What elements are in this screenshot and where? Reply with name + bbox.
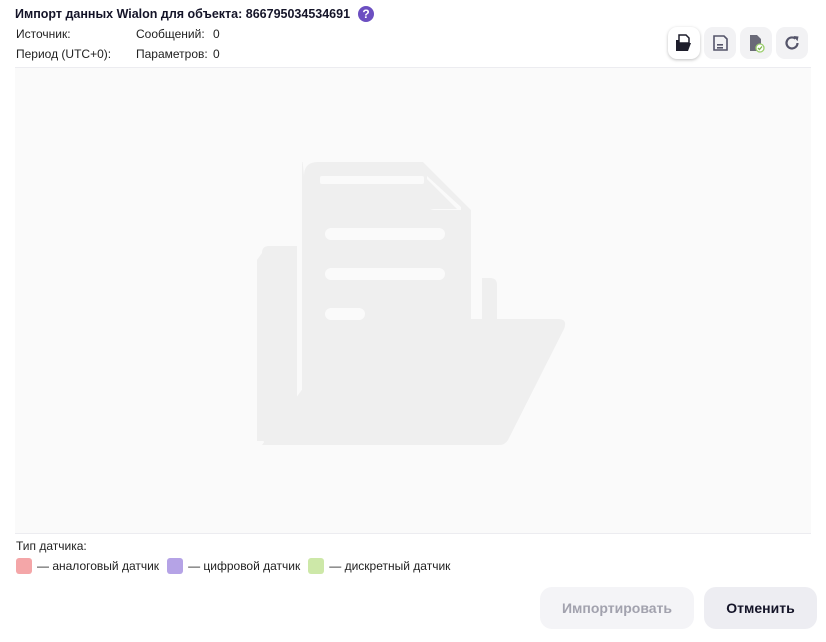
file-folder-illustration-icon [257,156,566,445]
validate-file-button[interactable] [740,27,772,59]
legend-item-label: — аналоговый датчик [37,559,160,573]
open-file-button[interactable] [668,27,700,59]
legend-item-digital: — цифровой датчик [167,558,300,574]
dialog-title: Импорт данных Wialon для объекта: 866795… [15,6,375,22]
dialog-title-text: Импорт данных Wialon для объекта: 866795… [15,7,351,21]
import-button[interactable]: Импортировать [540,587,694,629]
legend-item-discrete: — дискретный датчик [308,558,450,574]
folder-open-icon [676,34,691,51]
cancel-button[interactable]: Отменить [704,587,817,629]
digital-swatch [167,558,184,574]
sensor-legend: — аналоговый датчик — цифровой датчик — … [16,558,458,574]
analog-swatch [16,558,32,574]
messages-value: 0 [213,27,220,41]
legend-item-label: — цифровой датчик [188,559,301,573]
help-icon[interactable]: ? [358,6,375,22]
legend-item-label: — дискретный датчик [329,559,451,573]
legend-divider [15,533,811,534]
messages-label: Сообщений: [136,27,205,41]
legend-item-analog: — аналоговый датчик [16,558,159,574]
legend-title: Тип датчика: [16,539,87,553]
toolbar [668,27,808,59]
refresh-icon [785,36,799,50]
source-label: Источник: [16,27,71,41]
params-label: Параметров: [136,47,208,61]
period-label: Период (UTC+0): [16,47,112,61]
refresh-button[interactable] [776,27,808,59]
file-check-icon [750,35,765,53]
empty-state-area [15,68,811,533]
discrete-swatch [308,558,325,574]
save-button[interactable] [704,27,736,59]
params-value: 0 [213,47,220,61]
save-icon [713,35,728,51]
